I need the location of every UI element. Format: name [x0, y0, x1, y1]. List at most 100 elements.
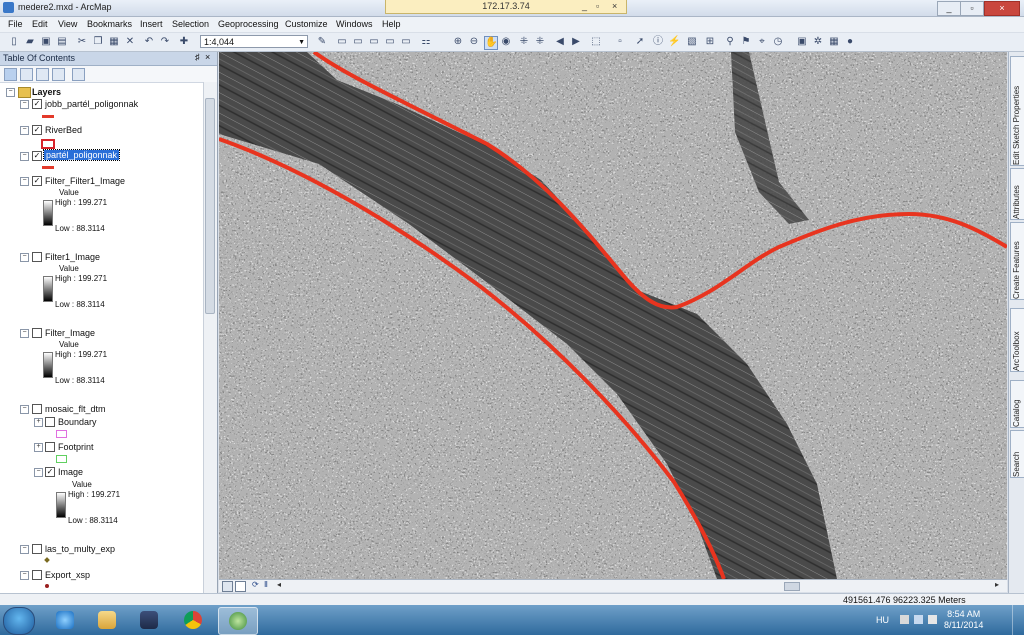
start-button[interactable]	[3, 607, 35, 635]
layer-visibility-checkbox[interactable]: ✓	[32, 99, 42, 109]
menu-edit[interactable]: Edit	[32, 19, 48, 29]
print-icon[interactable]: ▤	[56, 36, 68, 48]
identify-icon[interactable]: ⓘ	[652, 36, 664, 48]
toc-scrollbar[interactable]	[203, 82, 217, 593]
cut-icon[interactable]: ✂	[76, 36, 88, 48]
layer-name[interactable]: jobb_partél_poligonnak	[45, 99, 138, 109]
menu-help[interactable]: Help	[382, 19, 401, 29]
layer-name[interactable]: las_to_multy_exp	[45, 544, 115, 554]
hyperlink-icon[interactable]: ⚡	[668, 36, 680, 48]
expander-layer[interactable]: −	[20, 329, 29, 338]
zoom-out-icon[interactable]: ⊖	[468, 36, 480, 48]
layer-visibility-checkbox[interactable]: ✓	[32, 176, 42, 186]
network-icon[interactable]	[914, 615, 923, 624]
fixed-zoom-in-icon[interactable]: ⁜	[518, 36, 530, 48]
search-window-icon[interactable]: ▭	[368, 36, 380, 48]
table-window-icon[interactable]: ▭	[336, 36, 348, 48]
expander-sublayer[interactable]: −	[34, 468, 43, 477]
expander-layer[interactable]: −	[20, 177, 29, 186]
refresh-icon[interactable]: ⟳	[252, 580, 259, 589]
forward-extent-icon[interactable]: ▶	[570, 36, 582, 48]
expander-layer[interactable]: −	[20, 126, 29, 135]
system-clock[interactable]: 8:54 AM 8/11/2014	[944, 609, 983, 631]
toc-scrollbar-thumb[interactable]	[205, 98, 215, 314]
layer-name[interactable]: Filter1_Image	[45, 252, 100, 262]
map-canvas[interactable]	[219, 52, 1007, 579]
expander-sublayer[interactable]: +	[34, 443, 43, 452]
go-to-xy-icon[interactable]: ⌖	[756, 36, 768, 48]
new-document-icon[interactable]: ▯	[8, 36, 20, 48]
fixed-zoom-out-icon[interactable]: ⁜	[534, 36, 546, 48]
select-elements-icon[interactable]: ➚	[634, 36, 646, 48]
sublayer-visibility-checkbox[interactable]	[45, 442, 55, 452]
pin-icon[interactable]: ♯	[195, 52, 200, 62]
dock-tab-edit-sketch-properties[interactable]: Edit Sketch Properties	[1010, 56, 1024, 166]
layers-root-label[interactable]: Layers	[32, 87, 61, 97]
layer-name[interactable]: mosaic_flt_dtm	[45, 404, 106, 414]
map-display[interactable]	[219, 52, 1007, 579]
layer-visibility-checkbox[interactable]	[32, 404, 42, 414]
chevron-down-icon[interactable]: ▼	[298, 36, 305, 49]
sublayer-name[interactable]: Boundary	[58, 417, 97, 427]
dock-tab-create-features[interactable]: Create Features	[1010, 222, 1024, 300]
dock-tab-search[interactable]: Search	[1010, 430, 1024, 478]
editor-toolbar-icon[interactable]: ✎	[316, 36, 328, 48]
back-extent-icon[interactable]: ◀	[554, 36, 566, 48]
effects-icon[interactable]: ▦	[828, 36, 840, 48]
dock-tab-attributes[interactable]: Attributes	[1010, 168, 1024, 220]
scroll-left-icon[interactable]: ◂	[277, 580, 281, 589]
model-builder-icon[interactable]: ⚏	[420, 36, 432, 48]
html-popup-icon[interactable]: ▧	[686, 36, 698, 48]
taskbar-file-explorer[interactable]	[88, 607, 126, 633]
expander-layer[interactable]: −	[20, 571, 29, 580]
taskbar-chrome[interactable]	[174, 607, 212, 633]
globe-icon[interactable]: ●	[844, 36, 856, 48]
paste-icon[interactable]: ▦	[108, 36, 120, 48]
menu-customize[interactable]: Customize	[285, 19, 328, 29]
python-window-icon[interactable]: ▭	[400, 36, 412, 48]
swipe-icon[interactable]: ✲	[812, 36, 824, 48]
remote-minimize-button[interactable]: _	[582, 0, 587, 12]
find-icon[interactable]: ⚲	[724, 36, 736, 48]
taskbar-arcmap[interactable]	[218, 607, 258, 635]
show-desktop-button[interactable]	[1012, 605, 1024, 635]
layer-name[interactable]: Export_xsp	[45, 570, 90, 580]
layer-visibility-checkbox[interactable]	[32, 252, 42, 262]
sublayer-name[interactable]: Image	[58, 467, 83, 477]
scroll-right-icon[interactable]: ▸	[995, 580, 999, 589]
list-by-source-icon[interactable]	[20, 68, 33, 81]
expander-layer[interactable]: −	[20, 100, 29, 109]
layer-visibility-checkbox[interactable]: ✓	[32, 151, 42, 161]
redo-icon[interactable]: ↷	[159, 36, 171, 48]
menu-view[interactable]: View	[58, 19, 77, 29]
data-view-icon[interactable]	[222, 581, 233, 592]
taskbar-media-player[interactable]	[130, 607, 168, 633]
arctoolbox-icon[interactable]: ▭	[384, 36, 396, 48]
menu-bookmarks[interactable]: Bookmarks	[87, 19, 132, 29]
create-viewer-icon[interactable]: ▣	[796, 36, 808, 48]
layer-visibility-checkbox[interactable]: ✓	[32, 125, 42, 135]
zoom-in-icon[interactable]: ⊕	[452, 36, 464, 48]
dock-tab-arctoolbox[interactable]: ArcToolbox	[1010, 308, 1024, 372]
find-route-icon[interactable]: ⚑	[740, 36, 752, 48]
list-by-visibility-icon[interactable]	[36, 68, 49, 81]
toc-close-icon[interactable]: ×	[205, 52, 210, 62]
sublayer-name[interactable]: Footprint	[58, 442, 94, 452]
layer-name[interactable]: Filter_Filter1_Image	[45, 176, 125, 186]
expander-sublayer[interactable]: +	[34, 418, 43, 427]
expander-layer[interactable]: −	[20, 545, 29, 554]
full-extent-icon[interactable]: ◉	[500, 36, 512, 48]
taskbar-internet-explorer[interactable]	[46, 607, 84, 633]
copy-icon[interactable]: ❐	[92, 36, 104, 48]
volume-icon[interactable]	[928, 615, 937, 624]
menu-windows[interactable]: Windows	[336, 19, 373, 29]
clear-selection-icon[interactable]: ▫	[614, 36, 626, 48]
layer-name-selected[interactable]: partél_poligonnak	[42, 149, 121, 161]
layout-view-icon[interactable]	[235, 581, 246, 592]
menu-geoprocessing[interactable]: Geoprocessing	[218, 19, 279, 29]
save-icon[interactable]: ▣	[40, 36, 52, 48]
pause-drawing-icon[interactable]: Ⅱ	[264, 580, 268, 589]
layer-name[interactable]: RiverBed	[45, 125, 82, 135]
pan-hand-icon[interactable]: ✋	[484, 36, 498, 50]
minimize-button[interactable]: _	[937, 1, 961, 16]
